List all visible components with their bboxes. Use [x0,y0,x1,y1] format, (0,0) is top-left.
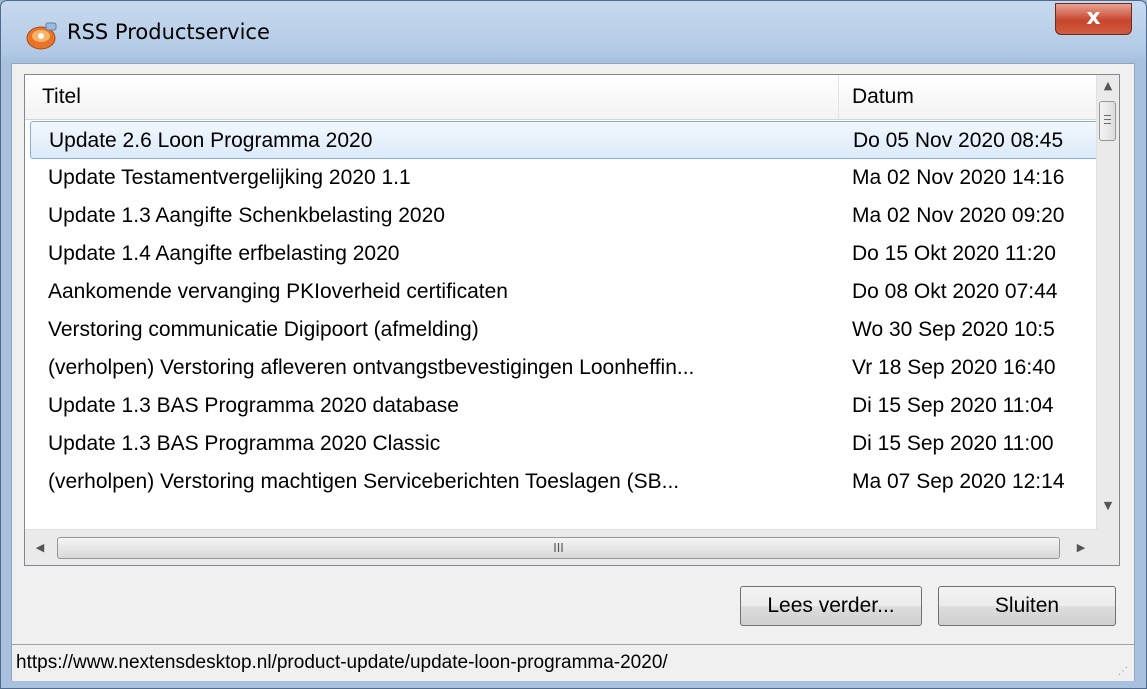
read-more-button[interactable]: Lees verder... [740,586,922,626]
resize-grip-icon[interactable]: ⋰ [1118,665,1132,679]
close-button[interactable]: Sluiten [938,586,1116,626]
vertical-scroll-thumb[interactable] [1099,101,1116,141]
item-title: Aankomende vervanging PKIoverheid certif… [48,280,508,303]
item-date: Do 08 Okt 2020 07:44 [852,280,1058,303]
list-item[interactable]: Update Testamentvergelijking 2020 1.1 Ma… [30,159,1098,197]
rss-window: RSS Productservice x Titel Datum Update … [0,0,1147,689]
column-header-title[interactable]: Titel [42,75,81,119]
scroll-right-icon[interactable]: ▶ [1070,537,1092,559]
item-title: Update 1.4 Aangifte erfbelasting 2020 [48,242,400,265]
scrollbar-corner [1097,529,1119,565]
item-date: Wo 30 Sep 2020 10:5 [852,318,1055,341]
item-title: Update 1.3 BAS Programma 2020 Classic [48,432,441,455]
item-date: Do 15 Okt 2020 11:20 [852,242,1056,265]
scroll-left-icon[interactable]: ◀ [29,537,51,559]
item-title: Update 1.3 BAS Programma 2020 database [48,394,459,417]
list-item[interactable]: Update 1.3 BAS Programma 2020 Classic Di… [30,425,1098,463]
close-icon: x [1086,5,1101,30]
grip-line [1104,123,1111,124]
list-item[interactable]: Update 1.3 Aangifte Schenkbelasting 2020… [30,197,1098,235]
list-item[interactable]: (verholpen) Verstoring afleveren ontvang… [30,349,1098,387]
item-title: Update 2.6 Loon Programma 2020 [49,129,373,152]
scroll-down-icon[interactable]: ▼ [1097,495,1119,517]
close-window-button[interactable]: x [1055,3,1132,35]
column-divider[interactable] [838,75,839,119]
grip-line [1104,119,1111,120]
list-header: Titel Datum [25,75,1098,120]
item-date: Di 15 Sep 2020 11:04 [852,394,1054,417]
horizontal-scrollbar[interactable]: ◀ III ▶ [25,529,1098,565]
rss-list[interactable]: Titel Datum Update 2.6 Loon Programma 20… [24,74,1120,566]
list-item[interactable]: (verholpen) Verstoring machtigen Service… [30,463,1098,501]
item-date: Ma 07 Sep 2020 12:14 [852,470,1065,493]
item-date: Vr 18 Sep 2020 16:40 [852,356,1056,379]
item-date: Ma 02 Nov 2020 14:16 [852,166,1065,189]
item-title: Update Testamentvergelijking 2020 1.1 [48,166,411,189]
grip-icon: III [553,541,564,555]
item-date: Ma 02 Nov 2020 09:20 [852,204,1065,227]
list-item[interactable]: Update 2.6 Loon Programma 2020 Do 05 Nov… [30,121,1098,159]
item-title: Verstoring communicatie Digipoort (afmel… [48,318,479,341]
scroll-up-icon[interactable]: ▲ [1097,75,1119,97]
grip-line [1104,115,1111,116]
rss-app-icon [23,21,59,51]
item-date: Do 05 Nov 2020 08:45 [853,129,1064,152]
list-item[interactable]: Update 1.4 Aangifte erfbelasting 2020 Do… [30,235,1098,273]
window-title: RSS Productservice [67,20,270,44]
list-item[interactable]: Aankomende vervanging PKIoverheid certif… [30,273,1098,311]
title-bar[interactable]: RSS Productservice x [1,1,1146,63]
item-title: Update 1.3 Aangifte Schenkbelasting 2020 [48,204,445,227]
item-date: Di 15 Sep 2020 11:00 [852,432,1054,455]
list-item[interactable]: Update 1.3 BAS Programma 2020 database D… [30,387,1098,425]
column-header-date[interactable]: Datum [852,75,914,119]
item-title: (verholpen) Verstoring machtigen Service… [48,470,680,493]
client-area: Titel Datum Update 2.6 Loon Programma 20… [11,63,1135,681]
status-bar: https://www.nextensdesktop.nl/product-up… [12,644,1134,681]
list-rows: Update 2.6 Loon Programma 2020 Do 05 Nov… [25,119,1098,529]
list-item[interactable]: Verstoring communicatie Digipoort (afmel… [30,311,1098,349]
item-title: (verholpen) Verstoring afleveren ontvang… [48,356,695,379]
status-url: https://www.nextensdesktop.nl/product-up… [16,652,668,673]
vertical-scrollbar[interactable]: ▲ ▼ [1096,75,1119,529]
horizontal-scroll-thumb[interactable]: III [57,537,1060,559]
